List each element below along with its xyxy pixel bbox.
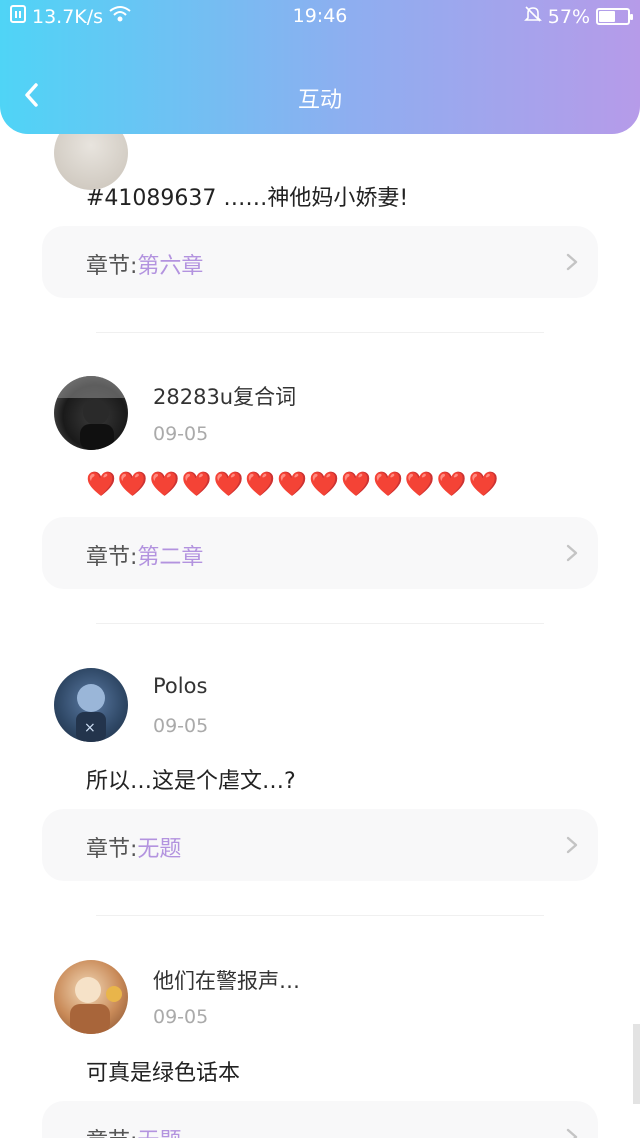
comment-text: 可真是绿色话本 [86, 1061, 241, 1086]
comment-date: 09-05 [153, 1006, 209, 1028]
battery-percent: 57% [547, 5, 590, 28]
scrollbar[interactable] [633, 1024, 640, 1104]
username[interactable]: 28283u复合词 [153, 381, 296, 411]
chevron-right-icon [566, 836, 578, 854]
divider [96, 915, 544, 916]
chapter-value: 无题 [137, 1129, 181, 1138]
chapter-value: 无题 [137, 837, 182, 862]
avatar[interactable] [54, 960, 128, 1034]
avatar[interactable]: × [54, 668, 128, 742]
battery-icon [596, 8, 633, 25]
chapter-link[interactable]: 章节:无题 [42, 809, 598, 881]
chapter-link[interactable]: 章节:无题 [42, 1101, 598, 1138]
chapter-label-text: 章节: [86, 837, 138, 862]
chapter-value: 第六章 [137, 254, 204, 279]
chapter-label: 章节:第六章 [86, 248, 203, 280]
divider [96, 623, 544, 624]
chevron-right-icon [566, 1128, 578, 1138]
comment-date: 09-05 [153, 423, 209, 445]
chapter-label-text: 章节: [86, 1129, 137, 1138]
username[interactable]: Polos [153, 674, 207, 698]
divider [96, 332, 544, 333]
mute-bell-icon [523, 5, 542, 28]
chapter-label: 章节:无题 [86, 1123, 181, 1138]
status-right: 57% [523, 5, 633, 28]
comment-text: ❤️❤️❤️❤️❤️❤️❤️❤️❤️❤️❤️❤️❤️ [86, 470, 501, 498]
comment-text: 所以…这是个虐文…? [86, 769, 296, 794]
chapter-label: 章节:第二章 [86, 539, 203, 571]
chevron-right-icon [566, 544, 578, 562]
header-bar: 13.7K/s 19:46 57% 互动 [0, 0, 640, 134]
comment-text: #41089637 ……神他妈小娇妻! [86, 186, 409, 211]
chapter-label: 章节:无题 [86, 831, 181, 863]
chapter-link[interactable]: 章节:第六章 [42, 226, 598, 298]
svg-text:×: × [84, 720, 96, 736]
battery-fill [599, 11, 615, 22]
username[interactable]: 他们在警报声… [153, 965, 300, 995]
chapter-label-text: 章节: [86, 254, 138, 279]
chapter-value: 第二章 [137, 545, 204, 570]
comment-list[interactable]: #41089637 ……神他妈小娇妻! 章节:第六章 28283u复合词 09-… [0, 134, 640, 1138]
comment-date: 09-05 [153, 715, 209, 737]
avatar[interactable] [54, 376, 128, 450]
chapter-link[interactable]: 章节:第二章 [42, 517, 598, 589]
chevron-right-icon [566, 253, 578, 271]
page-title: 互动 [297, 88, 342, 113]
chapter-label-text: 章节: [86, 545, 138, 570]
status-bar: 13.7K/s 19:46 57% [0, 0, 640, 34]
